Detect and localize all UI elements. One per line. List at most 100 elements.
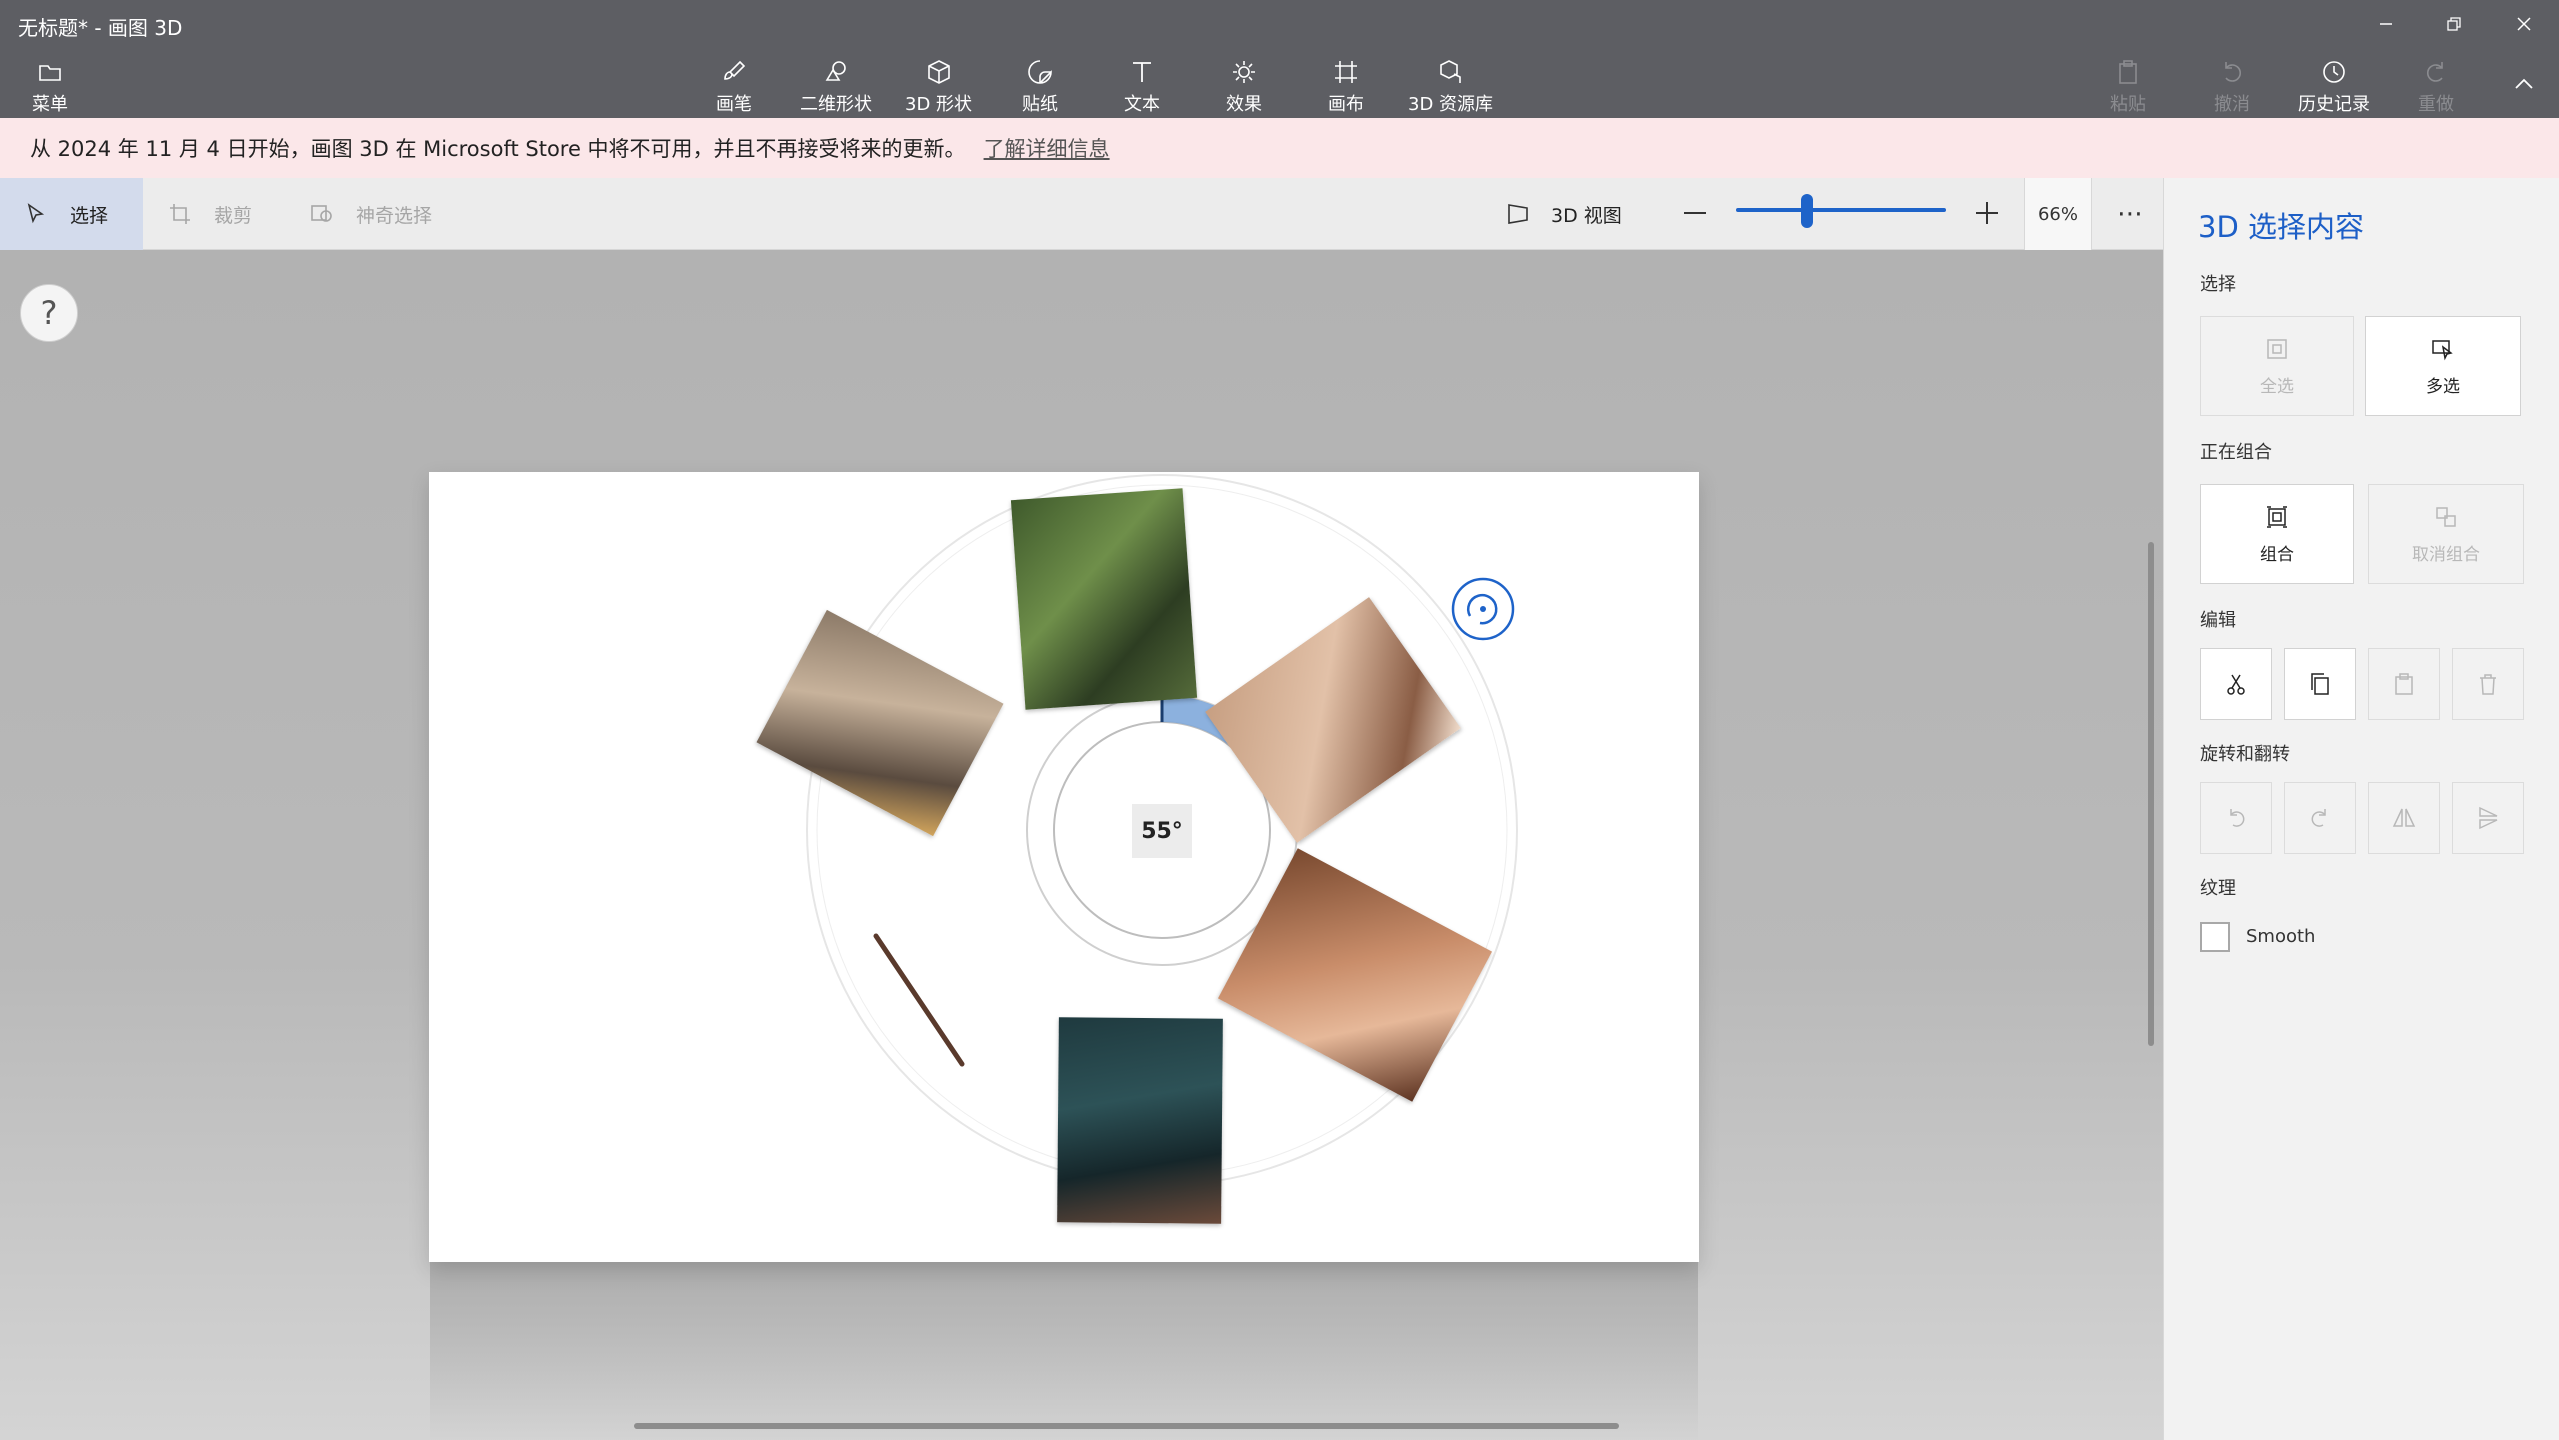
ungroup-label: 取消组合 [2412,544,2480,565]
tool-brush-label: 画笔 [716,94,752,115]
stickers-icon [1028,60,1052,84]
horizontal-scrollbar[interactable] [634,1423,1619,1429]
multi-select-button[interactable]: 多选 [2365,316,2521,416]
collapse-ribbon-button[interactable] [2494,64,2554,104]
paste-button[interactable]: 粘贴 [2110,58,2146,116]
multi-select-label: 多选 [2426,376,2460,397]
copy-button[interactable] [2284,648,2356,720]
select-tool-label: 选择 [70,204,109,227]
tool-canvas-label: 画布 [1328,94,1364,115]
tool-brush[interactable]: 画笔 [716,58,752,116]
group-icon [2267,505,2287,528]
tool-2d-shapes-label: 二维形状 [800,94,872,115]
help-button[interactable]: ? [20,284,78,342]
3d-view-label: 3D 视图 [1551,204,1622,227]
folder-icon [39,65,61,81]
undo-label: 撤消 [2214,94,2250,115]
menu-button[interactable]: 菜单 [32,58,68,116]
flip-horizontal-icon [2392,808,2416,827]
magic-select-label: 神奇选择 [356,204,433,227]
restore-button[interactable] [2424,4,2484,44]
3d-selection-panel: 3D 选择内容 选择 全选 多选 正在组合 组合 取消组合 编辑 旋转和翻转 纹… [2163,178,2559,1440]
flip-vertical-button[interactable] [2452,782,2524,854]
paste-icon [2395,673,2413,695]
tool-stickers[interactable]: 贴纸 [1022,58,1058,116]
smooth-label: Smooth [2246,926,2316,947]
learn-more-link[interactable]: 了解详细信息 [984,133,1110,163]
close-icon [2517,17,2531,31]
history-icon [2323,61,2345,83]
flip-vertical-icon [2479,806,2498,830]
brush-icon [724,60,746,80]
group-section-heading: 正在组合 [2200,442,2272,463]
title-and-ribbon-bar: 无标题* - 画图 3D 菜单 画笔 二维形状 3D 形状 贴纸 文本 效果 画… [0,0,2559,118]
paste-icon [2119,60,2137,84]
history-label: 历史记录 [2298,94,2370,115]
select-all-button[interactable]: 全选 [2200,316,2354,416]
multi-select-icon [2432,339,2453,360]
cursor-icon [27,203,45,224]
photo-top[interactable] [1010,488,1198,710]
close-button[interactable] [2494,4,2554,44]
copy-icon [2311,673,2329,695]
trash-icon [2480,674,2496,695]
pencil-stroke[interactable] [870,930,970,1070]
chevron-up-icon [2515,78,2533,89]
vertical-scrollbar[interactable] [2148,542,2154,1046]
select-section-heading: 选择 [2200,274,2236,295]
ungroup-button[interactable]: 取消组合 [2368,484,2524,584]
redo-button[interactable]: 重做 [2418,58,2454,116]
paste-panel-button[interactable] [2368,648,2440,720]
minimize-button[interactable] [2356,4,2416,44]
zoom-percentage[interactable]: 66% [2024,178,2092,250]
panel-title: 3D 选择内容 [2198,210,2364,244]
3d-view-toggle[interactable]: 3D 视图 [1505,178,1622,250]
menu-label: 菜单 [32,94,68,115]
history-button[interactable]: 历史记录 [2298,58,2370,116]
rotate-right-button[interactable] [2284,782,2356,854]
selection-toolbar: 选择 裁剪 神奇选择 3D 视图 66% ⋯ [0,178,2163,250]
tool-canvas[interactable]: 画布 [1328,58,1364,116]
zoom-in-button[interactable] [1972,198,2002,228]
cut-button[interactable] [2200,648,2272,720]
tool-3d-library[interactable]: 3D 资源库 [1408,58,1493,116]
tool-3d-shapes-label: 3D 形状 [905,94,973,115]
select-tool[interactable]: 选择 [0,178,143,250]
zoom-out-button[interactable] [1680,198,1710,228]
paste-label: 粘贴 [2110,94,2146,115]
rotate-handle[interactable] [1450,576,1516,642]
tool-text[interactable]: 文本 [1124,58,1160,116]
photo-bottom[interactable] [1057,1017,1223,1224]
tool-effects[interactable]: 效果 [1226,58,1262,116]
select-all-icon [2267,338,2287,359]
3d-view-icon [1508,204,1528,224]
texture-section-heading: 纹理 [2200,878,2236,899]
rotate-left-button[interactable] [2200,782,2272,854]
more-options-button[interactable]: ⋯ [2110,178,2150,250]
tool-stickers-label: 贴纸 [1022,94,1058,115]
effects-icon [1233,61,1255,83]
undo-button[interactable]: 撤消 [2214,58,2250,116]
tool-2d-shapes[interactable]: 二维形状 [800,58,872,116]
rotate-left-icon [2230,809,2245,827]
group-label: 组合 [2260,544,2294,565]
rotate-right-icon [2311,809,2326,827]
flip-horizontal-button[interactable] [2368,782,2440,854]
crop-tool-label: 裁剪 [214,204,253,227]
delete-button[interactable] [2452,648,2524,720]
smooth-checkbox[interactable] [2200,922,2230,952]
3d-library-icon [1439,60,1461,83]
group-button[interactable]: 组合 [2200,484,2354,584]
notice-text: 从 2024 年 11 月 4 日开始，画图 3D 在 Microsoft St… [30,137,966,161]
deprecation-notice: 从 2024 年 11 月 4 日开始，画图 3D 在 Microsoft St… [0,118,2559,178]
canvas-reflection [430,1262,1698,1440]
zoom-slider-track[interactable] [1736,208,1946,212]
zoom-slider-thumb[interactable] [1801,194,1814,228]
select-all-label: 全选 [2260,376,2294,397]
tool-3d-shapes[interactable]: 3D 形状 [905,58,972,116]
crop-tool[interactable]: 裁剪 [168,178,252,250]
ungroup-icon [2436,506,2456,527]
window-title: 无标题* - 画图 3D [18,16,183,40]
magic-select-tool[interactable]: 神奇选择 [310,178,432,250]
crop-icon [170,204,190,224]
